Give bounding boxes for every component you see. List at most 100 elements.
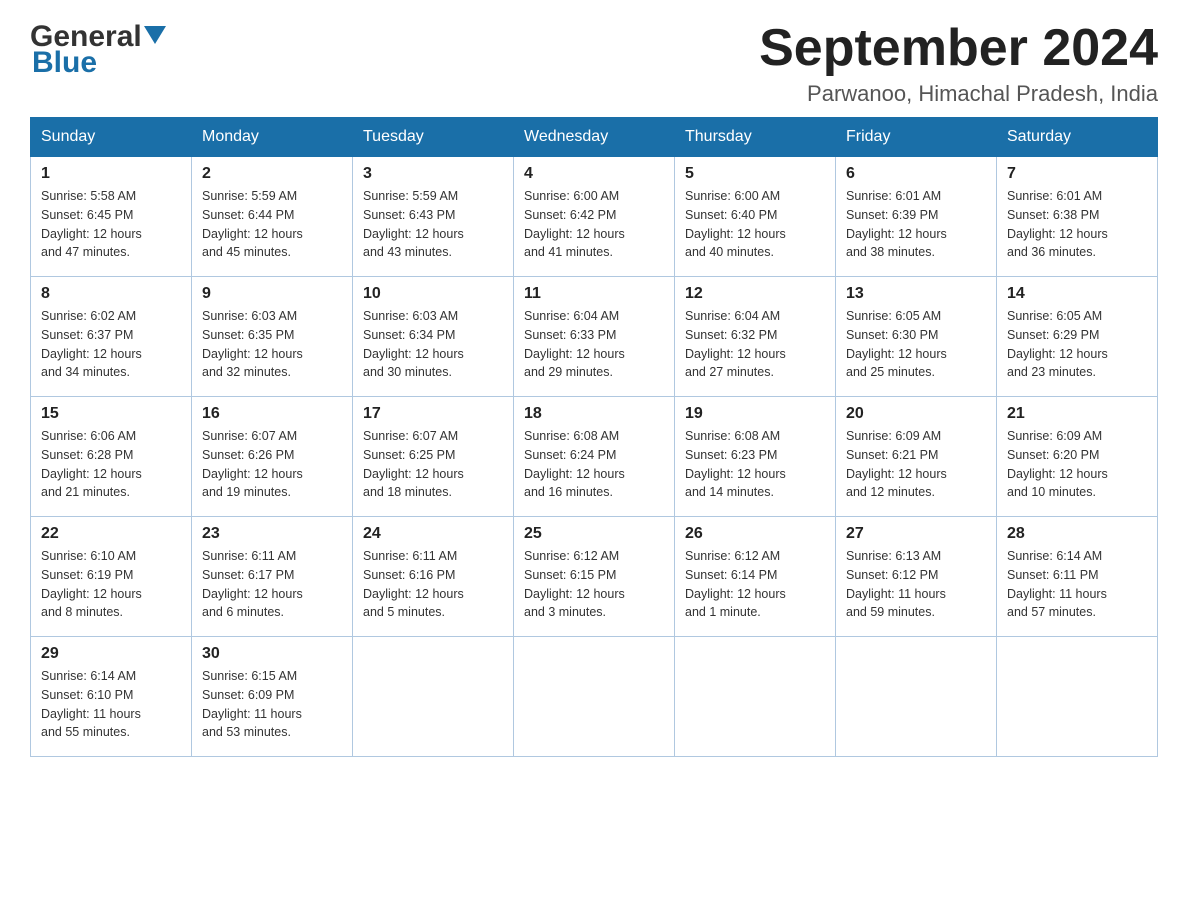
day-number: 30 [202, 645, 342, 663]
calendar-cell: 1 Sunrise: 5:58 AMSunset: 6:45 PMDaylight… [31, 157, 192, 277]
day-number: 21 [1007, 405, 1147, 423]
day-number: 10 [363, 285, 503, 303]
day-number: 26 [685, 525, 825, 543]
day-info: Sunrise: 6:14 AMSunset: 6:10 PMDaylight:… [41, 667, 181, 742]
day-info: Sunrise: 6:05 AMSunset: 6:30 PMDaylight:… [846, 307, 986, 382]
calendar-cell: 15 Sunrise: 6:06 AMSunset: 6:28 PMDayligh… [31, 397, 192, 517]
calendar-cell: 16 Sunrise: 6:07 AMSunset: 6:26 PMDayligh… [192, 397, 353, 517]
calendar-cell: 17 Sunrise: 6:07 AMSunset: 6:25 PMDayligh… [353, 397, 514, 517]
calendar-cell: 26 Sunrise: 6:12 AMSunset: 6:14 PMDayligh… [675, 517, 836, 637]
day-info: Sunrise: 5:59 AMSunset: 6:43 PMDaylight:… [363, 187, 503, 262]
day-info: Sunrise: 6:13 AMSunset: 6:12 PMDaylight:… [846, 547, 986, 622]
weekday-header-wednesday: Wednesday [514, 118, 675, 157]
calendar-table: SundayMondayTuesdayWednesdayThursdayFrid… [30, 117, 1158, 757]
day-number: 25 [524, 525, 664, 543]
day-info: Sunrise: 6:03 AMSunset: 6:35 PMDaylight:… [202, 307, 342, 382]
day-info: Sunrise: 6:04 AMSunset: 6:33 PMDaylight:… [524, 307, 664, 382]
calendar-cell: 3 Sunrise: 5:59 AMSunset: 6:43 PMDaylight… [353, 157, 514, 277]
location-subtitle: Parwanoo, Himachal Pradesh, India [759, 81, 1158, 107]
day-info: Sunrise: 6:03 AMSunset: 6:34 PMDaylight:… [363, 307, 503, 382]
day-info: Sunrise: 6:02 AMSunset: 6:37 PMDaylight:… [41, 307, 181, 382]
weekday-header-tuesday: Tuesday [353, 118, 514, 157]
day-info: Sunrise: 6:14 AMSunset: 6:11 PMDaylight:… [1007, 547, 1147, 622]
page-header: General Blue September 2024 Parwanoo, Hi… [30, 20, 1158, 107]
calendar-week-row: 8 Sunrise: 6:02 AMSunset: 6:37 PMDaylight… [31, 277, 1158, 397]
calendar-cell: 2 Sunrise: 5:59 AMSunset: 6:44 PMDaylight… [192, 157, 353, 277]
calendar-cell: 9 Sunrise: 6:03 AMSunset: 6:35 PMDaylight… [192, 277, 353, 397]
weekday-header-saturday: Saturday [997, 118, 1158, 157]
day-info: Sunrise: 6:06 AMSunset: 6:28 PMDaylight:… [41, 427, 181, 502]
day-number: 7 [1007, 165, 1147, 183]
calendar-cell: 23 Sunrise: 6:11 AMSunset: 6:17 PMDayligh… [192, 517, 353, 637]
calendar-week-row: 15 Sunrise: 6:06 AMSunset: 6:28 PMDayligh… [31, 397, 1158, 517]
weekday-header-row: SundayMondayTuesdayWednesdayThursdayFrid… [31, 118, 1158, 157]
day-number: 3 [363, 165, 503, 183]
calendar-cell: 5 Sunrise: 6:00 AMSunset: 6:40 PMDaylight… [675, 157, 836, 277]
weekday-header-thursday: Thursday [675, 118, 836, 157]
day-info: Sunrise: 5:59 AMSunset: 6:44 PMDaylight:… [202, 187, 342, 262]
calendar-cell: 22 Sunrise: 6:10 AMSunset: 6:19 PMDayligh… [31, 517, 192, 637]
calendar-cell: 13 Sunrise: 6:05 AMSunset: 6:30 PMDayligh… [836, 277, 997, 397]
calendar-week-row: 22 Sunrise: 6:10 AMSunset: 6:19 PMDayligh… [31, 517, 1158, 637]
day-number: 23 [202, 525, 342, 543]
calendar-cell: 25Sunrise: 6:12 AMSunset: 6:15 PMDayligh… [514, 517, 675, 637]
calendar-cell: 6Sunrise: 6:01 AMSunset: 6:39 PMDaylight… [836, 157, 997, 277]
calendar-cell: 28 Sunrise: 6:14 AMSunset: 6:11 PMDayligh… [997, 517, 1158, 637]
calendar-week-row: 1 Sunrise: 5:58 AMSunset: 6:45 PMDaylight… [31, 157, 1158, 277]
calendar-week-row: 29 Sunrise: 6:14 AMSunset: 6:10 PMDayligh… [31, 637, 1158, 757]
calendar-cell [675, 637, 836, 757]
day-number: 2 [202, 165, 342, 183]
calendar-cell [353, 637, 514, 757]
day-info: Sunrise: 6:09 AMSunset: 6:21 PMDaylight:… [846, 427, 986, 502]
day-number: 27 [846, 525, 986, 543]
day-number: 15 [41, 405, 181, 423]
day-info: Sunrise: 6:05 AMSunset: 6:29 PMDaylight:… [1007, 307, 1147, 382]
day-number: 4 [524, 165, 664, 183]
day-info: Sunrise: 6:10 AMSunset: 6:19 PMDaylight:… [41, 547, 181, 622]
day-info: Sunrise: 6:07 AMSunset: 6:25 PMDaylight:… [363, 427, 503, 502]
day-number: 5 [685, 165, 825, 183]
day-number: 1 [41, 165, 181, 183]
weekday-header-monday: Monday [192, 118, 353, 157]
day-number: 9 [202, 285, 342, 303]
day-number: 16 [202, 405, 342, 423]
weekday-header-sunday: Sunday [31, 118, 192, 157]
calendar-cell [514, 637, 675, 757]
calendar-cell: 18 Sunrise: 6:08 AMSunset: 6:24 PMDayligh… [514, 397, 675, 517]
day-info: Sunrise: 6:07 AMSunset: 6:26 PMDaylight:… [202, 427, 342, 502]
day-number: 17 [363, 405, 503, 423]
month-title: September 2024 [759, 20, 1158, 77]
day-number: 11 [524, 285, 664, 303]
day-info: Sunrise: 6:08 AMSunset: 6:23 PMDaylight:… [685, 427, 825, 502]
day-info: Sunrise: 6:08 AMSunset: 6:24 PMDaylight:… [524, 427, 664, 502]
day-info: Sunrise: 6:01 AMSunset: 6:39 PMDaylight:… [846, 187, 986, 262]
day-info: Sunrise: 5:58 AMSunset: 6:45 PMDaylight:… [41, 187, 181, 262]
calendar-cell: 29 Sunrise: 6:14 AMSunset: 6:10 PMDayligh… [31, 637, 192, 757]
day-number: 28 [1007, 525, 1147, 543]
calendar-cell: 27 Sunrise: 6:13 AMSunset: 6:12 PMDayligh… [836, 517, 997, 637]
calendar-cell [836, 637, 997, 757]
day-number: 18 [524, 405, 664, 423]
calendar-cell: 24 Sunrise: 6:11 AMSunset: 6:16 PMDayligh… [353, 517, 514, 637]
day-number: 13 [846, 285, 986, 303]
calendar-cell: 4 Sunrise: 6:00 AMSunset: 6:42 PMDaylight… [514, 157, 675, 277]
day-info: Sunrise: 6:04 AMSunset: 6:32 PMDaylight:… [685, 307, 825, 382]
calendar-cell [997, 637, 1158, 757]
title-block: September 2024 Parwanoo, Himachal Prades… [759, 20, 1158, 107]
day-info: Sunrise: 6:11 AMSunset: 6:16 PMDaylight:… [363, 547, 503, 622]
day-info: Sunrise: 6:00 AMSunset: 6:42 PMDaylight:… [524, 187, 664, 262]
day-info: Sunrise: 6:12 AMSunset: 6:14 PMDaylight:… [685, 547, 825, 622]
day-number: 8 [41, 285, 181, 303]
day-number: 29 [41, 645, 181, 663]
day-number: 20 [846, 405, 986, 423]
day-info: Sunrise: 6:11 AMSunset: 6:17 PMDaylight:… [202, 547, 342, 622]
day-number: 14 [1007, 285, 1147, 303]
calendar-cell: 14 Sunrise: 6:05 AMSunset: 6:29 PMDayligh… [997, 277, 1158, 397]
day-info: Sunrise: 6:09 AMSunset: 6:20 PMDaylight:… [1007, 427, 1147, 502]
calendar-cell: 10 Sunrise: 6:03 AMSunset: 6:34 PMDayligh… [353, 277, 514, 397]
day-number: 24 [363, 525, 503, 543]
logo-arrow-icon [144, 26, 166, 48]
day-number: 22 [41, 525, 181, 543]
calendar-cell: 19Sunrise: 6:08 AMSunset: 6:23 PMDayligh… [675, 397, 836, 517]
day-info: Sunrise: 6:00 AMSunset: 6:40 PMDaylight:… [685, 187, 825, 262]
